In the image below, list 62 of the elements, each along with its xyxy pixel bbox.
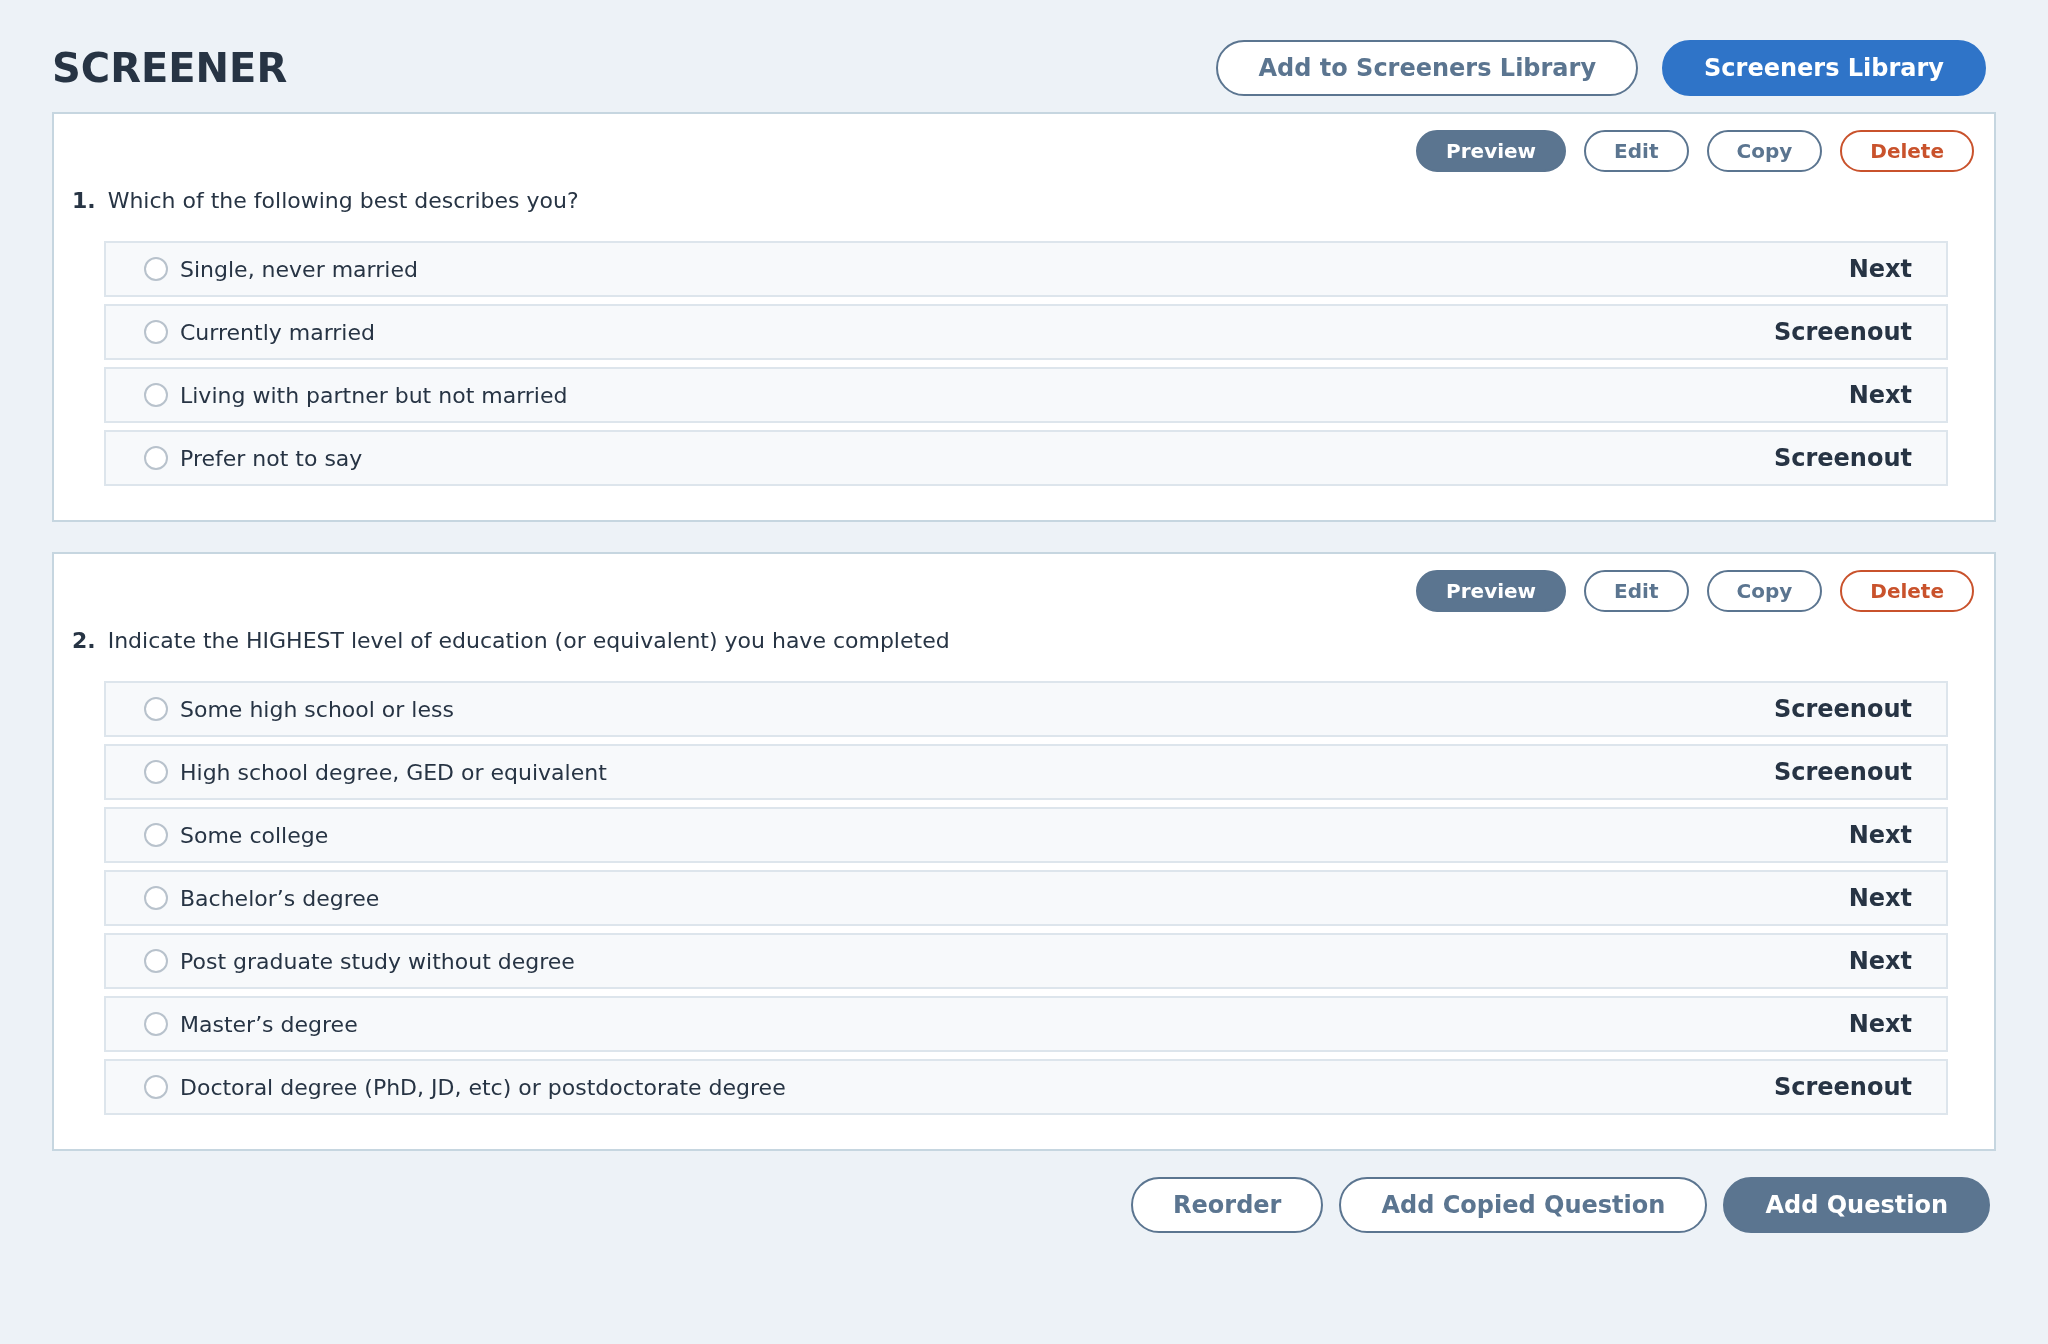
answer-option[interactable]: Doctoral degree (PhD, JD, etc) or postdoctorate degree Screenout [104, 1059, 1948, 1115]
page-title: SCREENER [52, 44, 288, 93]
answer-option[interactable]: Post graduate study without degree Next [104, 933, 1948, 989]
action-button[interactable]: Edit [1584, 130, 1689, 172]
action-button[interactable]: Add to Screeners Library [1216, 40, 1639, 96]
radio-button[interactable] [144, 823, 168, 847]
radio-button[interactable] [144, 1075, 168, 1099]
answer-option[interactable]: Master’s degree Next [104, 996, 1948, 1052]
answer-option[interactable]: Some college Next [104, 807, 1948, 863]
option-label: Master’s degree [180, 1010, 359, 1039]
option-outcome: Next [1848, 380, 1912, 411]
option-outcome: Screenout [1773, 1072, 1912, 1103]
option-outcome: Next [1848, 883, 1912, 914]
action-button[interactable]: Copy [1706, 570, 1823, 612]
radio-button[interactable] [144, 697, 168, 721]
action-button[interactable]: Screeners Library [1662, 40, 1986, 96]
answer-option[interactable]: Bachelor’s degree Next [104, 870, 1948, 926]
radio-button[interactable] [144, 949, 168, 973]
answer-option[interactable]: Living with partner but not married Next [104, 367, 1948, 423]
option-outcome: Screenout [1773, 757, 1912, 788]
answer-option[interactable]: High school degree, GED or equivalent Screenout [104, 744, 1948, 800]
action-button[interactable]: Reorder [1131, 1177, 1324, 1233]
radio-button[interactable] [144, 383, 168, 407]
option-label: Bachelor’s degree [180, 884, 381, 913]
action-button[interactable]: Add Copied Question [1339, 1177, 1708, 1233]
option-outcome: Screenout [1773, 694, 1912, 725]
action-button[interactable]: Preview [1416, 130, 1567, 172]
option-outcome: Next [1848, 820, 1912, 851]
action-button[interactable]: Edit [1584, 570, 1689, 612]
radio-button[interactable] [144, 320, 168, 344]
answer-option[interactable]: Some high school or less Screenout [104, 681, 1948, 737]
radio-button[interactable] [144, 257, 168, 281]
radio-button[interactable] [144, 886, 168, 910]
action-button[interactable]: Copy [1706, 130, 1823, 172]
option-outcome: Screenout [1773, 443, 1912, 474]
radio-button[interactable] [144, 446, 168, 470]
option-outcome: Screenout [1773, 317, 1912, 348]
option-label: Living with partner but not married [180, 381, 569, 410]
option-label: Some high school or less [180, 695, 455, 724]
option-label: Prefer not to say [180, 444, 364, 473]
option-label: Currently married [180, 318, 376, 347]
option-outcome: Next [1848, 254, 1912, 285]
question-text: Indicate the HIGHEST level of education (or equivalent) you have completed [107, 627, 950, 655]
action-button[interactable]: Add Question [1723, 1177, 1990, 1233]
radio-button[interactable] [144, 1012, 168, 1036]
option-label: High school degree, GED or equivalent [180, 758, 608, 787]
option-label: Single, never married [180, 255, 419, 284]
option-outcome: Next [1848, 946, 1912, 977]
question-text: Which of the following best describes you? [107, 187, 579, 215]
option-outcome: Next [1848, 1009, 1912, 1040]
radio-button[interactable] [144, 760, 168, 784]
question-number: 2. [72, 627, 96, 655]
option-label: Doctoral degree (PhD, JD, etc) or postdoctorate degree [180, 1073, 787, 1102]
answer-option[interactable]: Single, never married Next [104, 241, 1948, 297]
answer-option[interactable]: Currently married Screenout [104, 304, 1948, 360]
option-label: Post graduate study without degree [180, 947, 576, 976]
option-label: Some college [180, 821, 330, 850]
question-number: 1. [72, 187, 96, 215]
answer-option[interactable]: Prefer not to say Screenout [104, 430, 1948, 486]
action-button[interactable]: Delete [1840, 570, 1974, 612]
action-button[interactable]: Delete [1840, 130, 1974, 172]
action-button[interactable]: Preview [1416, 570, 1567, 612]
